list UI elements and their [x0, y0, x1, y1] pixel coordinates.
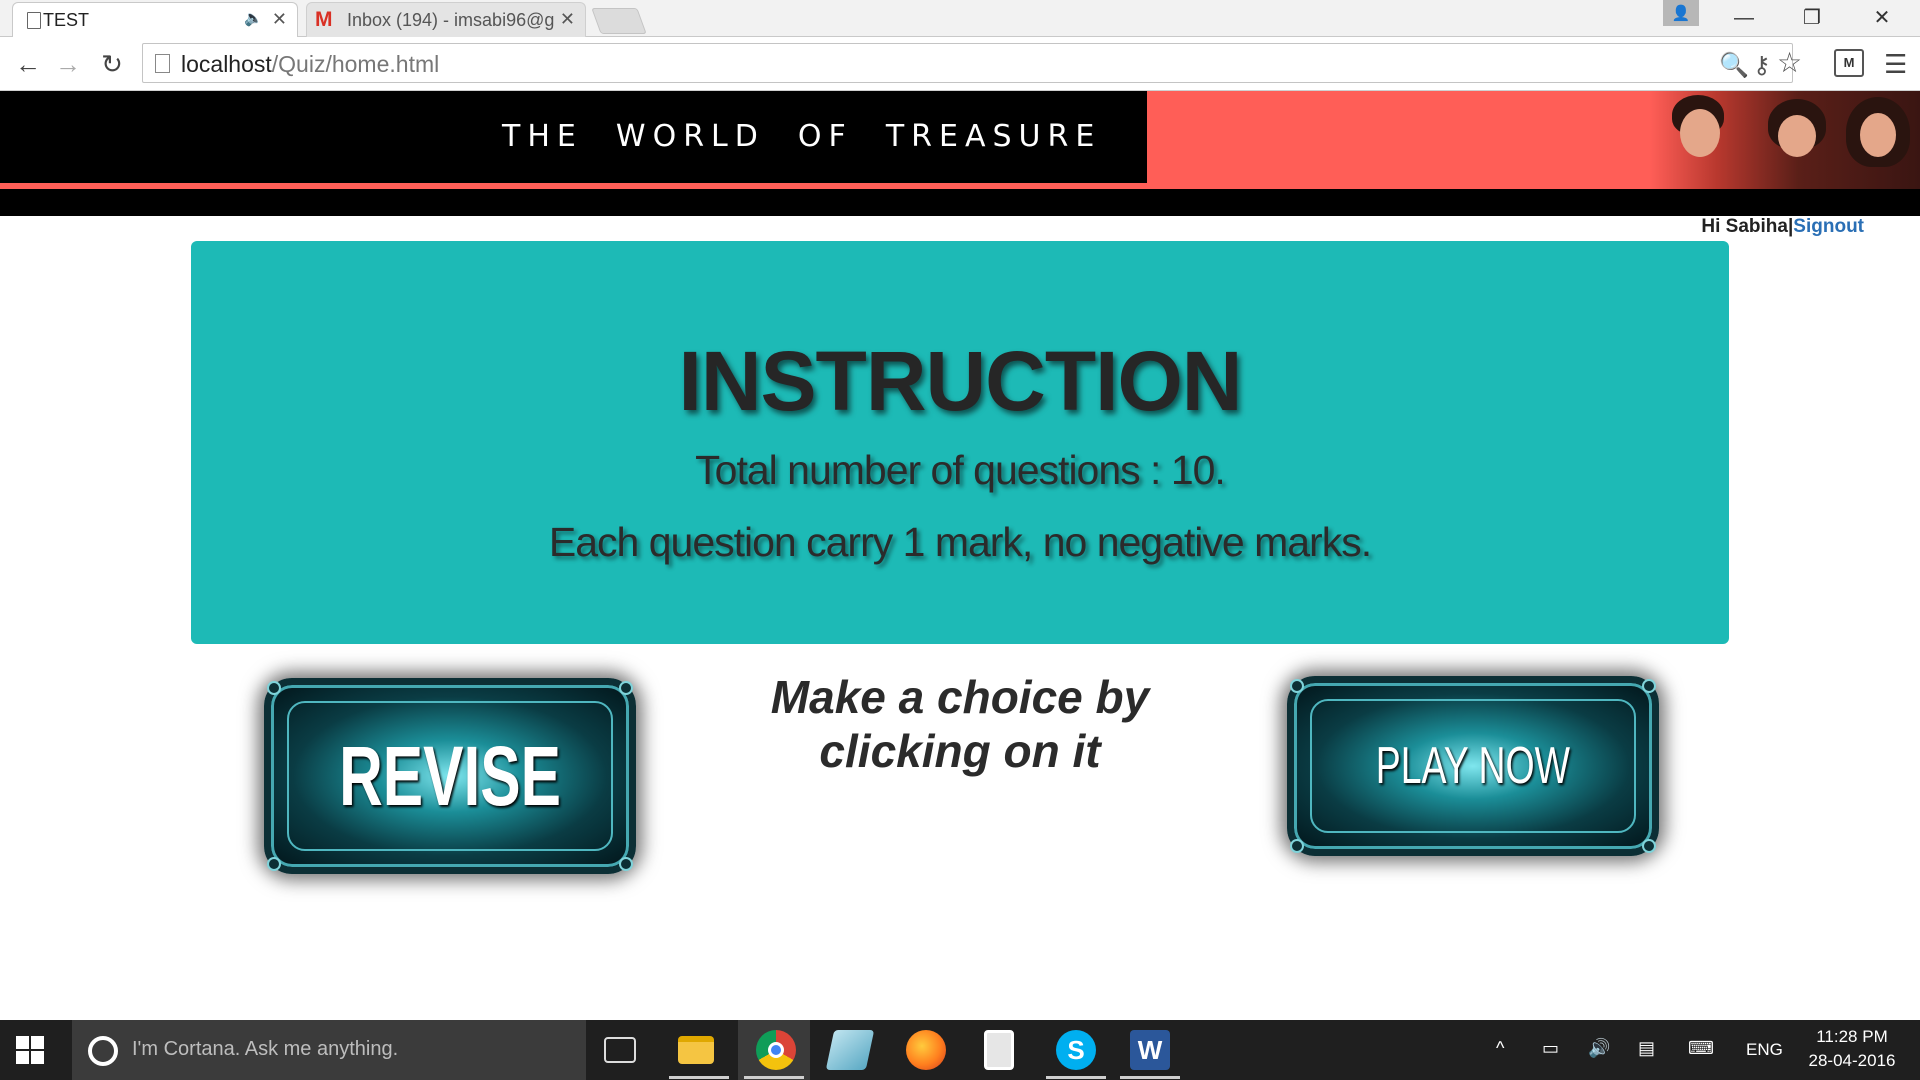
tab-title: Inbox (194) - imsabi96@g: [347, 9, 555, 30]
reload-icon[interactable]: ↻: [96, 49, 128, 80]
revise-button[interactable]: REVISE: [264, 678, 636, 874]
clock-date: 28-04-2016: [1808, 1051, 1896, 1070]
site-header: THE WORLD OF TREASURE: [0, 91, 1920, 216]
taskbar-clock[interactable]: 11:28 PM 28-04-2016: [1800, 1025, 1904, 1073]
battery-icon[interactable]: ▭: [1542, 1038, 1559, 1059]
gmail-icon: M: [315, 8, 333, 31]
chrome-icon[interactable]: [756, 1030, 796, 1070]
choice-prompt: Make a choice by clicking on it: [700, 670, 1220, 778]
tab-test[interactable]: TEST 🔈 ✕: [12, 2, 298, 37]
close-tab-icon[interactable]: ✕: [272, 9, 287, 30]
task-view-icon[interactable]: [604, 1037, 636, 1063]
forward-arrow-icon[interactable]: →: [52, 49, 84, 80]
key-icon[interactable]: ⚷: [1753, 51, 1771, 80]
volume-icon[interactable]: 🔊: [1588, 1038, 1610, 1059]
extension-icon[interactable]: M: [1834, 49, 1864, 77]
back-arrow-icon[interactable]: ←: [12, 49, 44, 80]
cortana-search-box[interactable]: I'm Cortana. Ask me anything.: [72, 1020, 586, 1080]
calculator-icon[interactable]: [984, 1030, 1014, 1070]
header-accent-stripe: [0, 183, 1147, 189]
skype-icon[interactable]: S: [1056, 1030, 1096, 1070]
zoom-icon[interactable]: 🔍: [1719, 51, 1749, 80]
choice-prompt-line1: Make a choice by: [770, 671, 1150, 723]
question-count-text: Total number of questions : 10.: [695, 447, 1226, 493]
browser-tabstrip: TEST 🔈 ✕ M Inbox (194) - imsabi96@g ✕ 👤 …: [0, 0, 1920, 37]
firefox-icon[interactable]: [906, 1030, 946, 1070]
instruction-title: INSTRUCTION: [678, 334, 1243, 428]
star-icon[interactable]: ☆: [1777, 46, 1802, 79]
revise-label: REVISE: [339, 728, 561, 823]
word-icon[interactable]: W: [1130, 1030, 1170, 1070]
tab-inbox[interactable]: M Inbox (194) - imsabi96@g ✕: [306, 2, 586, 37]
cortana-icon: [88, 1036, 118, 1066]
close-tab-icon[interactable]: ✕: [560, 9, 575, 30]
page-icon: [27, 12, 41, 29]
windows-start-icon[interactable]: [16, 1036, 44, 1064]
keyboard-icon[interactable]: ⌨: [1688, 1038, 1714, 1059]
file-explorer-icon[interactable]: [678, 1036, 714, 1064]
instruction-panel: INSTRUCTION Total number of questions : …: [191, 241, 1729, 644]
choice-prompt-line2: clicking on it: [819, 725, 1101, 777]
play-now-label: PLAY NOW: [1375, 737, 1571, 795]
action-center-icon[interactable]: ▤: [1638, 1038, 1655, 1059]
tab-title: TEST: [43, 9, 90, 30]
show-hidden-icons-icon[interactable]: ^: [1496, 1038, 1504, 1059]
cortana-placeholder: I'm Cortana. Ask me anything.: [132, 1038, 399, 1060]
menu-icon[interactable]: ☰: [1884, 49, 1910, 80]
profile-icon[interactable]: 👤: [1663, 0, 1699, 26]
restore-button[interactable]: ❐: [1786, 4, 1838, 32]
greeting-text: Hi Sabiha: [1701, 216, 1788, 237]
signout-link[interactable]: Signout: [1793, 216, 1864, 237]
page-icon: [155, 54, 170, 73]
minimize-button[interactable]: —: [1718, 4, 1770, 32]
notepad-icon[interactable]: [825, 1030, 875, 1070]
header-photo: [1650, 91, 1920, 189]
marking-rule-text: Each question carry 1 mark, no negative …: [548, 519, 1372, 565]
address-bar[interactable]: localhost/Quiz/home.html 🔍 ⚷ ☆: [142, 43, 1802, 83]
address-url[interactable]: localhost/Quiz/home.html: [181, 51, 439, 78]
language-indicator[interactable]: ENG: [1746, 1040, 1783, 1060]
audio-icon[interactable]: 🔈: [244, 9, 263, 27]
site-title: THE WORLD OF TREASURE: [502, 119, 1102, 154]
windows-taskbar: I'm Cortana. Ask me anything. S W ^ ▭ 🔊 …: [0, 1020, 1920, 1080]
user-greeting: Hi Sabiha|Signout: [1701, 216, 1864, 238]
play-now-button[interactable]: PLAY NOW: [1287, 676, 1659, 856]
new-tab-button[interactable]: [591, 8, 647, 34]
close-window-button[interactable]: ✕: [1856, 4, 1908, 32]
header-title-bar: THE WORLD OF TREASURE: [0, 91, 1147, 184]
browser-toolbar: ← → ↻ localhost/Quiz/home.html 🔍 ⚷ ☆ M ☰: [0, 37, 1920, 91]
clock-time: 11:28 PM: [1816, 1027, 1888, 1046]
